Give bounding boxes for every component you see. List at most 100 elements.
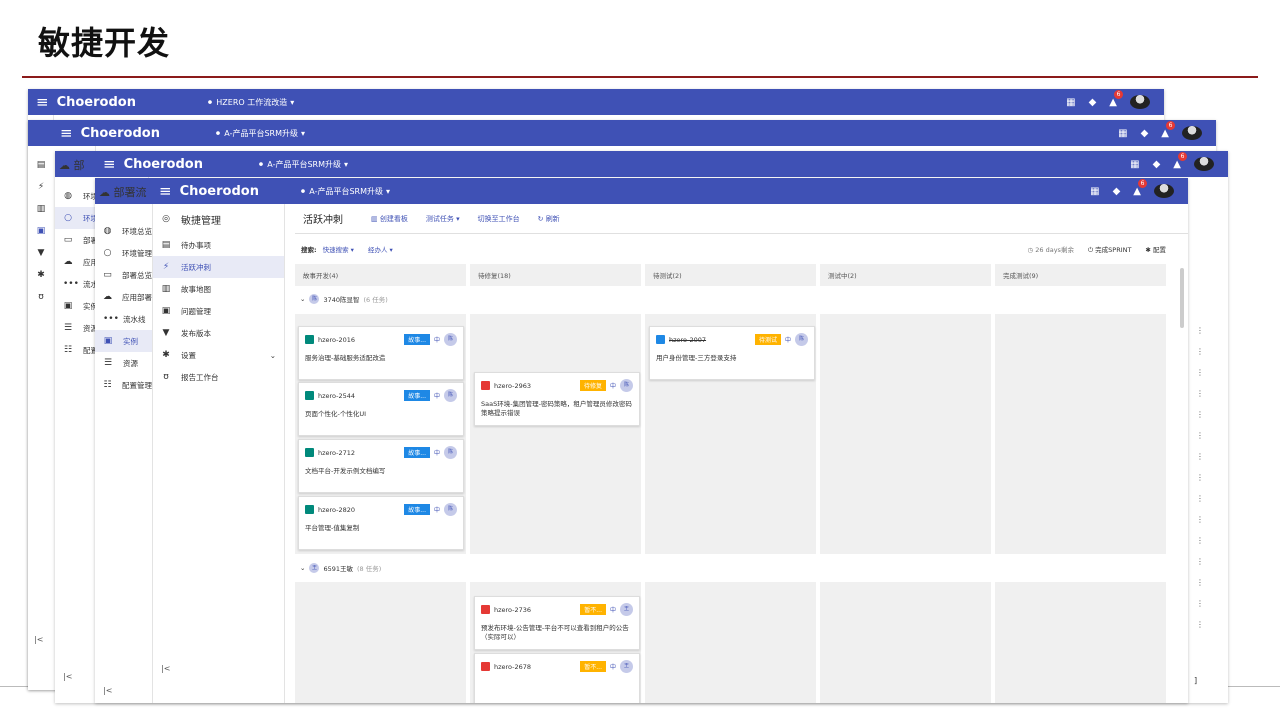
switch-workbench-button[interactable]: 切换至工作台 [478, 214, 520, 224]
quick-search-dropdown[interactable]: 快速搜索 ▾ [323, 244, 354, 254]
dots-icon: ••• [103, 314, 119, 324]
collapse-icon[interactable]: |< [161, 664, 170, 673]
sidebar-item-story-map[interactable]: ▥ 故事地图 [153, 278, 284, 300]
circle-icon: ○ [103, 248, 112, 258]
complete-sprint-button[interactable]: ⏻ 完成SPRINT [1088, 244, 1132, 255]
bell-icon[interactable]: ▲ 6 [1161, 120, 1175, 139]
avatar: 陈 [620, 379, 633, 392]
apps-icon[interactable]: ▦ [1118, 128, 1127, 139]
test-task-button[interactable]: 测试任务 ▾ [426, 214, 460, 224]
card-title: 文档平台-开发示例文档编写 [305, 467, 386, 475]
story-icon [305, 391, 314, 400]
sidebar-item-issues[interactable]: ▣ 问题管理 [153, 300, 284, 322]
pagination-end[interactable]: ] [1194, 676, 1197, 685]
menu-icon[interactable]: ≡ [159, 182, 172, 200]
collapse-icon[interactable]: |< [103, 686, 112, 695]
collapse-icon[interactable]: |< [34, 635, 43, 644]
sidebar-item-active-sprint[interactable]: ⚡ 活跃冲刺 [153, 256, 284, 278]
cloud-icon: ☁ [63, 257, 73, 267]
menu-icon[interactable]: ≡ [36, 93, 49, 111]
avatar: 陈 [444, 333, 457, 346]
sidebar-item[interactable]: ••• 流水线 [95, 308, 152, 330]
avatar: 王 [309, 563, 320, 573]
create-board-button[interactable]: ▥ 创建看板 [371, 214, 408, 224]
apps-icon[interactable]: ▦ [1130, 159, 1139, 170]
issue-card[interactable]: hzero-2736 暂不... 中王 预发布环境-公告管理-平台不可以查看到租户的… [474, 596, 640, 650]
brand-name: Choerodon [123, 156, 203, 172]
project-name: A-产品平台SRM升级 [309, 186, 384, 196]
config-button[interactable]: ✱ 配置 [1145, 244, 1166, 254]
issue-card[interactable]: hzero-2016 故事... 中陈 服务治理-基础服务适配改造 [298, 326, 464, 380]
user-avatar[interactable] [1182, 126, 1202, 140]
filter-bar: 搜索: 快速搜索 ▾ 经办人 ▾ ◷ 26 days剩余 ⏻ 完成SPRINT … [295, 234, 1188, 264]
sidebar-item[interactable]: ☷ 配置管理 [95, 374, 152, 396]
sidebar-item[interactable]: ☰ 资源 [95, 352, 152, 374]
issue-card[interactable]: hzero-2544 故事... 中陈 页面个性化-个性化UI [298, 382, 464, 436]
avatar: 陈 [309, 294, 320, 304]
collapse-icon[interactable]: |< [63, 672, 72, 681]
user-avatar[interactable] [1154, 184, 1174, 198]
card-title: 用户身份管理-三方登录支持 [656, 354, 737, 362]
refresh-button[interactable]: ↻ 刷新 [538, 214, 560, 224]
priority: 中 [784, 337, 791, 344]
notification-badge: 6 [1114, 89, 1123, 99]
app-header: ≡ Choerodon ⚫ A-产品平台SRM升级 ▾ ▦ ◆ ▲ 6 [55, 151, 1228, 177]
card-title: 平台管理-值集复制 [305, 524, 360, 532]
board-columns: 故事开发(4) 待修复(18) 待测试(2) 测试中(2) 完成测试(9) [295, 264, 1170, 286]
project-name: A-产品平台SRM升级 [224, 128, 299, 138]
priority: 中 [609, 383, 616, 390]
sidebar-item-backlog[interactable]: ▤ 待办事项 [153, 234, 284, 256]
sidebar-item-release[interactable]: ▼ 发布版本 [153, 322, 284, 344]
sidebar-item[interactable]: ▣ 实例 [95, 330, 152, 352]
bell-icon[interactable]: ▲ 6 [1109, 89, 1123, 108]
sidebar-item-settings[interactable]: ✱ 设置 ⌄ [153, 344, 284, 366]
story-icon [305, 505, 314, 514]
sidebar-item[interactable]: ◍ 环境总览 [95, 220, 152, 242]
issue-card[interactable]: hzero-2712 故事... 中陈 文档平台-开发示例文档编写 [298, 439, 464, 493]
sidebar-deploy: ◍ 环境总览 ○ 环境管理 ▭ 部署总览 ☁ 应用部署 ••• 流水线 ▣ 实例 ☰ 资源 ☷… [95, 204, 153, 703]
sidebar-item-reports[interactable]: ʊ 报告工作台 [153, 366, 284, 388]
learn-icon[interactable]: ◆ [1089, 97, 1097, 108]
task-icon [656, 335, 665, 344]
list-icon: ▤ [161, 240, 171, 250]
lane-cell [820, 582, 991, 703]
config-icon: ☷ [103, 380, 112, 390]
bell-icon[interactable]: ▲ 6 [1173, 151, 1187, 170]
issue-card[interactable]: hzero-2678 暂不... 中王 [474, 653, 640, 703]
database-icon: ☰ [103, 358, 113, 368]
user-avatar[interactable] [1130, 95, 1150, 109]
swimlane-header[interactable]: ⌄ 王 6591王敏 (8 任务) [300, 563, 381, 573]
lane-cell [645, 582, 816, 703]
project-selector[interactable]: ⚫ HZERO 工作流改造 ▾ [207, 97, 295, 108]
bug-icon [481, 381, 490, 390]
assignee-dropdown[interactable]: 经办人 ▾ [368, 244, 393, 254]
menu-icon[interactable]: ≡ [60, 124, 73, 142]
menu-icon[interactable]: ≡ [103, 155, 116, 173]
scrollbar[interactable] [1180, 268, 1184, 328]
learn-icon[interactable]: ◆ [1153, 159, 1161, 170]
project-name: HZERO 工作流改造 [216, 97, 288, 107]
column-header: 测试中(2) [820, 264, 991, 286]
project-selector[interactable]: ⚫ A-产品平台SRM升级 ▾ [258, 159, 348, 170]
story-icon [305, 335, 314, 344]
learn-icon[interactable]: ◆ [1141, 128, 1149, 139]
sidebar-item[interactable]: ▭ 部署总览 [95, 264, 152, 286]
issue-card[interactable]: hzero-2007 待测试中陈 用户身份管理-三方登录支持 [649, 326, 815, 380]
project-selector[interactable]: ⚫ A-产品平台SRM升级 ▾ [215, 128, 305, 139]
sidebar-item[interactable]: ○ 环境管理 [95, 242, 152, 264]
report-icon: ʊ [38, 292, 44, 302]
issue-card[interactable]: hzero-2820 故事... 中陈 平台管理-值集复制 [298, 496, 464, 550]
column-header: 待测试(2) [645, 264, 816, 286]
apps-icon[interactable]: ▦ [1066, 97, 1075, 108]
project-selector[interactable]: ⚫ A-产品平台SRM升级 ▾ [300, 186, 390, 197]
learn-icon[interactable]: ◆ [1113, 186, 1121, 197]
sidebar-item[interactable]: ☁ 应用部署 [95, 286, 152, 308]
notification-badge: 6 [1138, 178, 1147, 188]
user-avatar[interactable] [1194, 157, 1214, 171]
bell-icon[interactable]: ▲ 6 [1133, 178, 1147, 197]
swimlane-header[interactable]: ⌄ 陈 3740陈显智 (6 任务) [300, 294, 388, 304]
map-icon: ▥ [161, 284, 171, 294]
apps-icon[interactable]: ▦ [1090, 186, 1099, 197]
issue-card[interactable]: hzero-2963 待修复中陈 SaaS环境-集团管理-密码策略，租户管理员修改… [474, 372, 640, 426]
gear-icon: ✱ [37, 270, 45, 280]
